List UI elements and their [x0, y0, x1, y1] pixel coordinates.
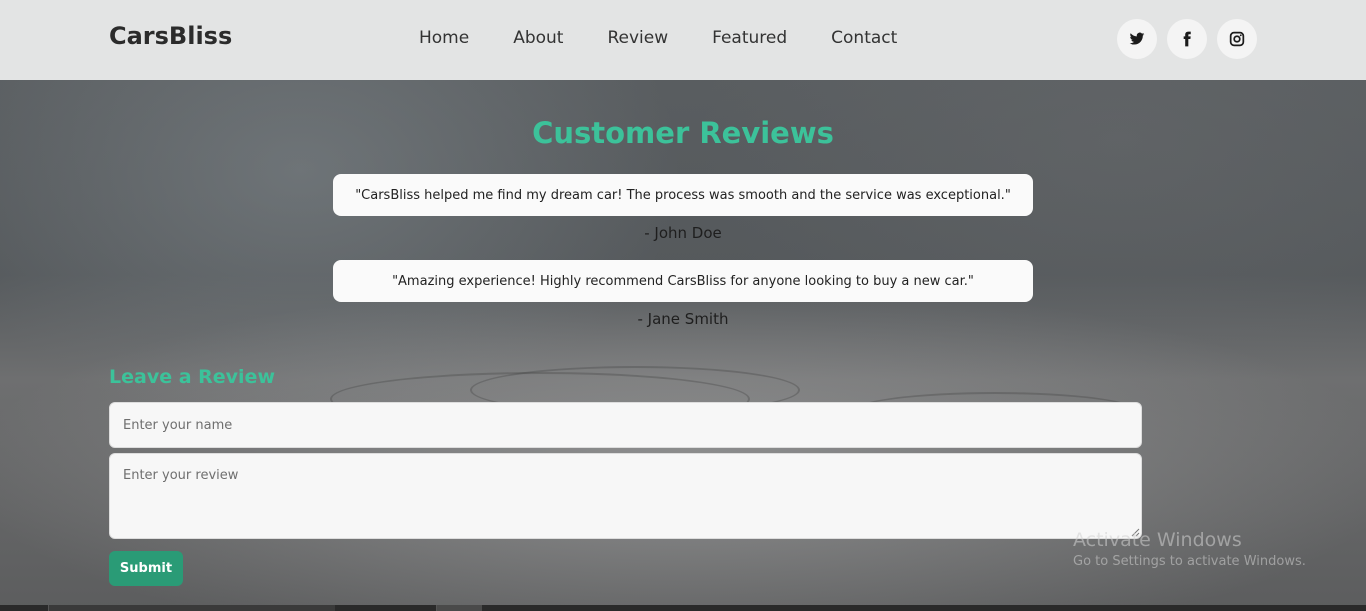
facebook-icon	[1183, 31, 1191, 47]
twitter-button[interactable]	[1117, 19, 1157, 59]
review-card: "Amazing experience! Highly recommend Ca…	[333, 260, 1033, 302]
taskbar-item[interactable]	[436, 605, 482, 611]
name-input[interactable]	[109, 402, 1142, 448]
review-card: "CarsBliss helped me find my dream car! …	[333, 174, 1033, 216]
submit-button[interactable]: Submit	[109, 551, 183, 586]
site-header: CarsBliss Home About Review Featured Con…	[0, 0, 1366, 80]
review-author: - Jane Smith	[637, 310, 729, 328]
facebook-button[interactable]	[1167, 19, 1207, 59]
site-logo[interactable]: CarsBliss	[109, 22, 232, 50]
taskbar-item[interactable]	[48, 605, 335, 611]
review-form-title: Leave a Review	[109, 366, 275, 388]
review-text: "Amazing experience! Highly recommend Ca…	[392, 273, 974, 289]
instagram-icon	[1229, 31, 1245, 47]
nav-about[interactable]: About	[513, 28, 563, 48]
social-links	[1117, 19, 1267, 59]
reviews-title: Customer Reviews	[532, 116, 834, 150]
review-author: - John Doe	[644, 224, 722, 242]
review-textarea[interactable]	[109, 453, 1142, 539]
review-text: "CarsBliss helped me find my dream car! …	[355, 187, 1011, 203]
main-nav: Home About Review Featured Contact	[419, 28, 941, 48]
instagram-button[interactable]	[1217, 19, 1257, 59]
nav-featured[interactable]: Featured	[712, 28, 787, 48]
watermark-subtitle: Go to Settings to activate Windows.	[1073, 554, 1306, 569]
nav-home[interactable]: Home	[419, 28, 469, 48]
activation-watermark: Activate Windows Go to Settings to activ…	[1073, 529, 1306, 569]
twitter-icon	[1129, 32, 1145, 45]
nav-review[interactable]: Review	[607, 28, 668, 48]
nav-contact[interactable]: Contact	[831, 28, 897, 48]
watermark-title: Activate Windows	[1073, 529, 1242, 551]
